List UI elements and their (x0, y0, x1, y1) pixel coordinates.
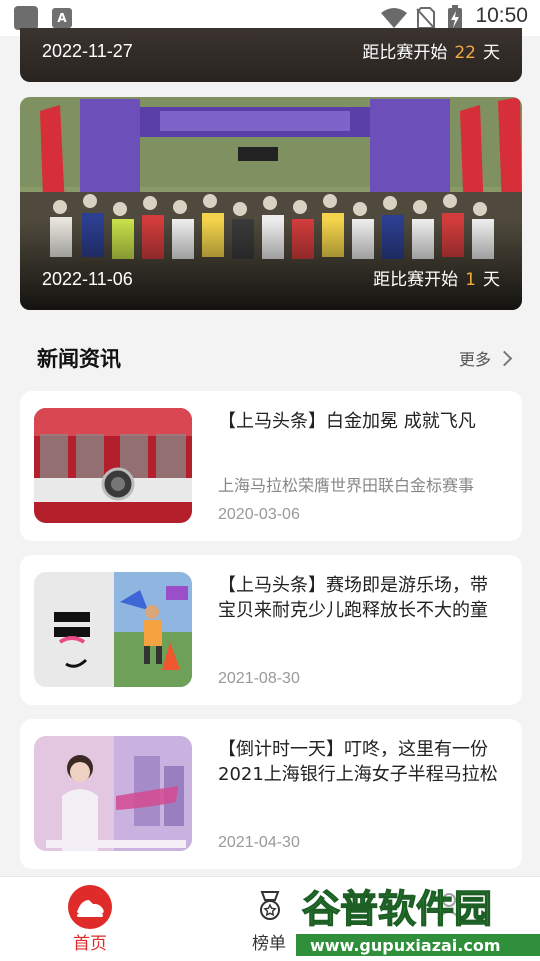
news-thumbnail (34, 408, 192, 523)
countdown-unit: 天 (483, 270, 500, 290)
news-summary: 上海马拉松荣膺世界田联白金标赛事 (218, 476, 475, 495)
countdown-unit: 天 (483, 43, 500, 63)
news-title: 【倒计时一天】叮咚，这里有一份2021上海银行上海女子半程马拉松参赛指南 (218, 739, 498, 785)
tab-home-label: 首页 (73, 934, 107, 954)
chevron-right-icon (496, 350, 513, 366)
news-title: 【上马头条】白金加冕 成就飞凡 (218, 411, 476, 432)
race-date: 2022-11-27 (42, 41, 133, 61)
race-countdown: 距比赛开始 1 天 (373, 265, 500, 290)
no-sim-icon (416, 7, 436, 30)
news-card[interactable]: 【倒计时一天】叮咚，这里有一份2021上海银行上海女子半程马拉松参赛指南 202… (20, 719, 522, 869)
news-date: 2020-03-06 (218, 506, 300, 523)
more-label: 更多 (458, 350, 491, 369)
watermark-logo: 谷普软件园 www.gupuxiazai.com (296, 880, 540, 956)
race-date: 2022-11-06 (42, 269, 133, 289)
news-date: 2021-08-30 (218, 670, 300, 687)
medal-icon (260, 891, 280, 920)
news-title: 【上马头条】赛场即是游乐场，带宝贝来耐克少儿跑释放长不大的童心 (218, 575, 488, 621)
running-shoe-icon (68, 885, 112, 929)
news-date: 2021-04-30 (218, 834, 300, 851)
watermark-text: 谷普软件园 (302, 887, 492, 931)
news-card[interactable]: 【上马头条】白金加冕 成就飞凡 上海马拉松荣膺世界田联白金标赛事 2020-03… (20, 391, 522, 541)
watermark-url: www.gupuxiazai.com (310, 936, 501, 955)
race-card[interactable]: 2022-11-06 距比赛开始 1 天 (20, 97, 522, 310)
clock: 10:50 (475, 4, 528, 27)
section-title: 新闻资讯 (37, 347, 121, 371)
countdown-days: 1 (465, 270, 476, 290)
more-link[interactable]: 更多 (458, 346, 513, 370)
countdown-label: 距比赛开始 (373, 270, 459, 290)
text-app-icon: A (52, 8, 72, 28)
countdown-label: 距比赛开始 (362, 43, 448, 63)
news-thumbnail (34, 736, 192, 851)
news-card[interactable]: 【上马头条】赛场即是游乐场，带宝贝来耐克少儿跑释放长不大的童心 2021-08-… (20, 555, 522, 705)
tab-home[interactable]: 首页 (40, 877, 140, 961)
countdown-days: 22 (454, 43, 476, 63)
news-thumbnail (34, 572, 192, 687)
race-card[interactable]: 2022-11-27 距比赛开始 22 天 (20, 28, 522, 82)
race-countdown: 距比赛开始 22 天 (362, 38, 500, 63)
app-icon (14, 6, 38, 30)
wifi-icon (381, 8, 407, 28)
